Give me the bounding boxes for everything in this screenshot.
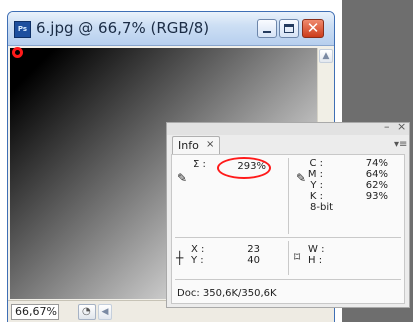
- panel-minimize-icon[interactable]: –: [384, 120, 390, 133]
- close-icon: ✕: [306, 19, 320, 37]
- total-ink-label: Σ :: [193, 159, 206, 170]
- maximize-icon: [284, 24, 294, 33]
- x-label: X :: [191, 244, 205, 255]
- window-titlebar[interactable]: Ps 6.jpg @ 66,7% (RGB/8) ✕: [8, 12, 334, 46]
- divider-vertical-top: [288, 158, 289, 234]
- stage: Ps 6.jpg @ 66,7% (RGB/8) ✕ ▲ 66,67% ◔ ◀: [0, 0, 413, 329]
- scroll-up-arrow-icon[interactable]: ▲: [319, 49, 333, 63]
- play-arrow-icon: ◔: [82, 306, 91, 317]
- tab-info[interactable]: Info ×: [172, 136, 220, 155]
- tab-info-label: Info: [178, 139, 199, 152]
- document-title: 6.jpg @ 66,7% (RGB/8): [36, 19, 210, 37]
- cyan-value: 74%: [365, 158, 388, 169]
- yellow-value: 62%: [365, 180, 388, 191]
- zoom-level-field[interactable]: 66,67%: [11, 304, 59, 320]
- divider-horizontal-middle: [175, 237, 401, 238]
- info-readout: ✎ Σ : 293% ✎ C : M : Y : K : 8-bit 74% 6…: [171, 154, 405, 304]
- magenta-value: 64%: [365, 169, 388, 180]
- maximize-button[interactable]: [279, 19, 299, 38]
- minimize-button[interactable]: [257, 19, 277, 38]
- eyedropper-icon: ✎: [177, 171, 188, 185]
- close-button[interactable]: ✕: [302, 19, 324, 38]
- doc-size-readout: Doc: 350,6K/350,6K: [177, 288, 277, 299]
- panel-close-icon[interactable]: ×: [397, 120, 406, 133]
- x-value: 23: [247, 244, 260, 255]
- panel-drag-strip[interactable]: [167, 123, 409, 135]
- scroll-left-arrow-icon[interactable]: ◀: [98, 304, 112, 320]
- highlight-circle-marker: [12, 47, 23, 58]
- selection-size-icon: ⌑: [294, 250, 301, 264]
- yellow-label: Y :: [310, 180, 323, 191]
- info-panel: – × Info × ▾≡ ✎ Σ : 293% ✎ C : M : Y : K…: [166, 120, 410, 308]
- crosshair-icon: ┼: [176, 251, 184, 265]
- black-value: 93%: [365, 191, 388, 202]
- divider-vertical-bottom: [288, 241, 289, 275]
- status-menu-button[interactable]: ◔: [78, 304, 96, 320]
- photoshop-document-icon: Ps: [14, 21, 31, 38]
- tab-close-icon[interactable]: ×: [206, 139, 214, 150]
- bit-depth-label: 8-bit: [310, 202, 334, 213]
- y-value: 40: [247, 255, 260, 266]
- magenta-label: M :: [307, 169, 323, 180]
- panel-menu-icon[interactable]: ▾≡: [394, 139, 407, 150]
- cyan-label: C :: [309, 158, 323, 169]
- highlight-ellipse-marker: [217, 157, 271, 179]
- y-label: Y :: [191, 255, 204, 266]
- black-label: K :: [309, 191, 323, 202]
- page-bottom-margin: [0, 322, 413, 329]
- divider-horizontal-bottom: [175, 279, 401, 280]
- minimize-icon: [263, 31, 271, 33]
- height-label: H :: [308, 255, 323, 266]
- width-label: W :: [308, 244, 325, 255]
